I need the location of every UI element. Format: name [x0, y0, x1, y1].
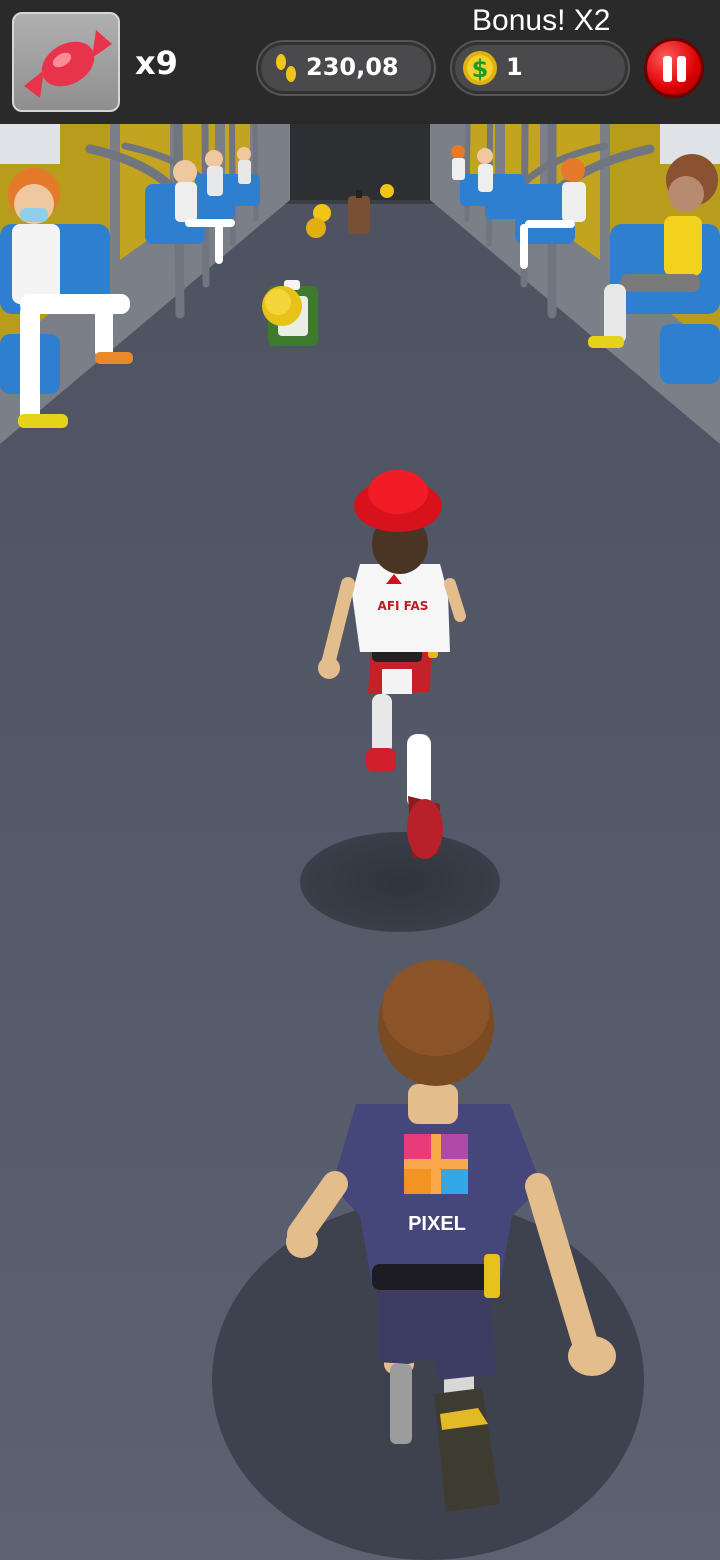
coin-counter: $ 1: [452, 42, 628, 94]
coin: [380, 184, 394, 198]
candy-icon: [24, 30, 112, 98]
candy-count: x9: [135, 44, 178, 82]
rival-shirt-logo: AFI FAS: [378, 599, 429, 613]
coin: [306, 218, 326, 238]
svg-text:$: $: [472, 55, 489, 83]
dollar-coin-icon: $: [463, 51, 497, 85]
footprints-icon: [276, 54, 296, 82]
game-scene: AFI FAS PIXEL: [0, 124, 720, 1560]
pause-button[interactable]: [644, 38, 704, 98]
rival-shadow: [300, 832, 500, 932]
bonus-multiplier-label: Bonus! X2: [472, 4, 611, 37]
distance-value: 230,08: [306, 53, 399, 81]
player-shirt-text: PIXEL: [408, 1213, 466, 1235]
distance-counter: 230,08: [258, 42, 434, 94]
suitcase-obstacle: [348, 196, 370, 234]
pixel-logo: [404, 1134, 468, 1194]
coin-value: 1: [506, 53, 523, 81]
top-hud: x9 Bonus! X2 230,08 $ 1: [0, 0, 720, 124]
pause-icon: [663, 56, 672, 82]
candy-powerup-slot[interactable]: [12, 12, 120, 112]
